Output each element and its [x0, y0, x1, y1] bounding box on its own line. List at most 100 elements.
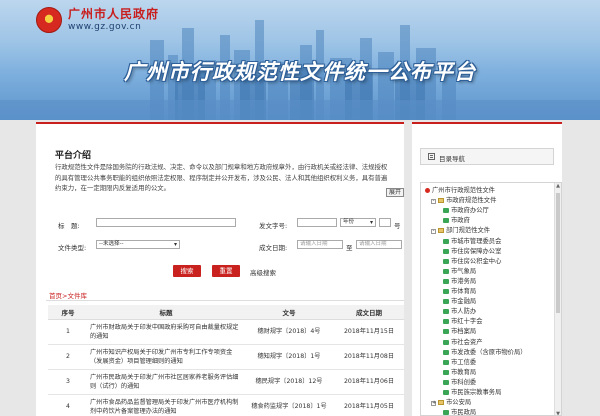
green-icon [443, 349, 449, 355]
reset-button[interactable]: 重置 [212, 265, 240, 277]
tree-item-label: 市气象局 [451, 267, 477, 275]
tree-item[interactable]: + 市公安局 [431, 397, 472, 407]
tree-item-label: 市人防办 [451, 308, 477, 316]
row-date: 2018年11月08日 [334, 344, 404, 370]
scroll-thumb[interactable] [556, 193, 560, 313]
doc-type-select[interactable]: --未选择-- [96, 240, 180, 249]
tree-item-label: 市港务局 [451, 277, 477, 285]
row-doc-number: 穗民规字〔2018〕12号 [244, 369, 334, 395]
tree-item[interactable]: 市住房公积金中心 [443, 256, 501, 265]
row-doc-number: 穗财规字〔2018〕4号 [244, 319, 334, 345]
collapse-toggle-icon[interactable]: - [431, 199, 436, 205]
government-url: www.gz.gov.cn [68, 22, 142, 32]
tree-item[interactable]: 市气象局 [443, 266, 476, 275]
tree-item-label: 市教育局 [451, 368, 477, 376]
sidebar: 目录导航 ▲ ▼ 广州市行政规范性文件 - 市政府规范性文件 市政府办公厅 市政府 - 部门… [412, 122, 562, 416]
row-title-link[interactable]: 广州市食品药品监督管理局关于印发广州市医疗机构制剂中药饮片备案管理办法的通知 [88, 394, 244, 416]
row-title-link[interactable]: 广州市财政局关于印发中国政府采购可自由裁量权规定的通知 [88, 319, 244, 345]
documents-table: 序号 标题 文号 成文日期 1 广州市财政局关于印发中国政府采购可自由裁量权规定… [48, 305, 404, 416]
tree-item[interactable]: 市教育局 [443, 367, 476, 376]
government-logo[interactable]: 广州市人民政府 www.gz.gov.cn [36, 7, 159, 33]
col-header-num: 文号 [244, 305, 334, 320]
table-row: 4 广州市食品药品监督管理局关于印发广州市医疗机构制剂中药饮片备案管理办法的通知… [48, 394, 404, 416]
expand-toggle-icon[interactable]: + [431, 401, 436, 407]
green-icon [443, 218, 449, 224]
doc-number-input[interactable] [379, 218, 391, 227]
row-number: 2 [48, 344, 88, 370]
tree-item-label: 市社会资产 [451, 338, 483, 346]
tree-item[interactable]: 市民政局 [443, 407, 477, 416]
row-date: 2018年11月15日 [334, 319, 404, 345]
table-header-row: 序号 标题 文号 成文日期 [48, 305, 404, 320]
green-icon [443, 359, 449, 365]
tree-item[interactable]: 市港务局 [443, 276, 476, 285]
tree-item-label: 市公安局 [446, 399, 472, 407]
date-start-input[interactable]: 请输入日期 [297, 240, 343, 249]
tree-item-label: 市住房公积金中心 [451, 257, 502, 265]
nav-header: 目录导航 [420, 148, 554, 165]
tree-item[interactable]: 市档案局 [443, 326, 476, 335]
green-icon [443, 390, 449, 395]
advanced-search-link[interactable]: 高级搜索 [250, 267, 276, 277]
tree-item[interactable]: 市住房保障办公室 [443, 246, 501, 255]
row-title-link[interactable]: 广州市知识产权局关于印发广州市专利工作专项资金（发展资金）项目管理细则的通知 [88, 344, 244, 370]
tree-item-label: 市档案局 [451, 328, 477, 336]
doc-number-label: 发文字号: [259, 222, 288, 230]
tree-scrollbar[interactable]: ▲ ▼ [554, 183, 561, 415]
green-icon [443, 238, 449, 244]
tree-item[interactable]: 市红十字会 [443, 316, 482, 325]
tree-item[interactable]: 市科创委 [443, 377, 476, 386]
collapse-toggle-icon[interactable]: - [431, 229, 436, 235]
tree-item-label: 市政府办公厅 [451, 207, 489, 215]
green-icon [443, 369, 449, 375]
tree-item[interactable]: 市城市管理委员会 [443, 236, 501, 245]
tree-item[interactable]: 市民族宗教事务局 [443, 387, 501, 396]
tree-item[interactable]: 广州市行政规范性文件 [425, 185, 495, 194]
tree-item[interactable]: - 部门规范性文件 [431, 225, 490, 235]
table-row: 1 广州市财政局关于印发中国政府采购可自由裁量权规定的通知 穗财规字〔2018〕… [48, 319, 404, 345]
date-end-input[interactable]: 请输入日期 [356, 240, 402, 249]
col-header-date: 成文日期 [334, 305, 404, 320]
green-icon [443, 289, 449, 294]
tree-item[interactable]: 市体育局 [443, 286, 476, 295]
tree-item[interactable]: 市政府 [443, 215, 470, 224]
tree-item[interactable]: 市人防办 [443, 306, 476, 315]
tree-item[interactable]: 市金融局 [443, 296, 476, 305]
doc-prefix-input[interactable] [297, 218, 337, 227]
site-header: 广州市人民政府 www.gz.gov.cn 广州市行政规范性文件统一公布平台 [0, 0, 600, 120]
tree-item[interactable]: 市发改委（含原市物价局） [443, 347, 527, 356]
tree-item[interactable]: 市社会资产 [443, 337, 482, 346]
breadcrumb[interactable]: 首页>文件库 [49, 290, 87, 300]
tree-item[interactable]: 市政府办公厅 [443, 205, 489, 214]
tree-item-label: 市政府规范性文件 [446, 197, 497, 205]
tree-item-label: 市工信委 [451, 358, 477, 366]
government-name: 广州市人民政府 [68, 7, 160, 21]
title-input[interactable] [96, 218, 236, 227]
list-icon [428, 153, 435, 160]
green-icon [443, 309, 449, 315]
row-number: 4 [48, 394, 88, 416]
row-number: 1 [48, 319, 88, 345]
row-title-link[interactable]: 广州市民政局关于印发广州市社区居家养老服务评估细则（试行）的通知 [88, 369, 244, 395]
tree-item[interactable]: 市工信委 [443, 357, 476, 366]
tree-item-label: 市民族宗教事务局 [451, 389, 502, 396]
search-button[interactable]: 搜索 [173, 265, 201, 277]
national-emblem-icon [36, 7, 62, 33]
platform-title: 广州市行政规范性文件统一公布平台 [124, 60, 476, 84]
green-icon [443, 319, 449, 325]
green-icon [443, 268, 449, 274]
tree-item[interactable]: - 市政府规范性文件 [431, 195, 497, 205]
scroll-up-icon[interactable]: ▲ [555, 183, 561, 189]
doc-type-label: 文件类型: [58, 244, 87, 252]
tree-item-label: 市体育局 [451, 288, 477, 295]
scroll-down-icon[interactable]: ▼ [555, 411, 561, 415]
tree-item-label: 广州市行政规范性文件 [432, 187, 495, 194]
tree-item-label: 市民政局 [451, 409, 477, 416]
year-select[interactable]: 年份 [340, 218, 376, 227]
table-row: 3 广州市民政局关于印发广州市社区居家养老服务评估细则（试行）的通知 穗民规字〔… [48, 369, 404, 395]
expand-button[interactable]: 展开 [386, 188, 404, 197]
intro-text: 行政规范性文件是除国务院的行政法规、决定、命令以及部门规章和地方政府规章外，由行… [55, 163, 388, 192]
tree-item-label: 市金融局 [451, 298, 477, 306]
title-label: 标 题: [58, 222, 80, 230]
tree-item-label: 市红十字会 [451, 318, 483, 326]
